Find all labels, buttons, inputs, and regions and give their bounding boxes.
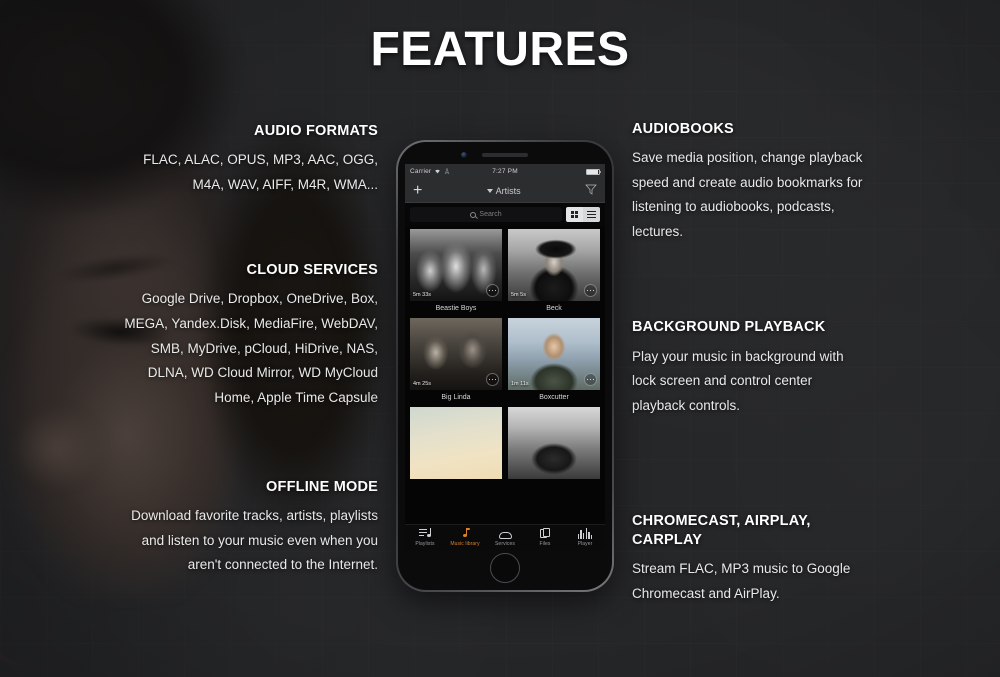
album-artwork[interactable]: 5m 5s xyxy=(508,229,600,301)
feature-body: Play your music in background with lock … xyxy=(632,348,844,413)
album-duration: 5m 33s xyxy=(413,292,432,298)
search-input[interactable]: Search xyxy=(410,207,562,222)
status-bar-right xyxy=(518,168,602,175)
more-options-icon[interactable] xyxy=(486,284,499,297)
feature-title: AUDIO FORMATS xyxy=(254,123,378,139)
more-options-icon[interactable] xyxy=(486,373,499,386)
more-options-icon[interactable] xyxy=(584,284,597,297)
feature-audiobooks: AUDIOBOOKS Save media position, change p… xyxy=(632,120,868,244)
location-arrow-icon xyxy=(444,166,450,176)
equalizer-icon xyxy=(577,528,593,539)
wifi-icon xyxy=(434,168,441,176)
feature-title: BACKGROUND PLAYBACK xyxy=(632,319,826,336)
tab-playlists[interactable]: Playlists xyxy=(405,528,445,547)
status-bar-time: 7:27 PM xyxy=(492,168,518,175)
playlist-icon xyxy=(419,528,431,539)
grid-view-icon[interactable] xyxy=(566,207,583,222)
feature-title: CHROMECAST, AIRPLAY, CARPLAY xyxy=(632,513,811,549)
battery-icon xyxy=(586,168,602,175)
phone-front-camera xyxy=(461,152,467,158)
tab-files[interactable]: Files xyxy=(525,528,565,547)
status-bar: Carrier 7:27 PM xyxy=(405,164,605,179)
feature-cloud-services: CLOUD SERVICES Google Drive, Dropbox, On… xyxy=(120,261,378,410)
tab-label: Files xyxy=(539,541,551,547)
phone-body: Carrier 7:27 PM + Artists Search 5m 33s … xyxy=(398,142,612,590)
features-column-left: AUDIO FORMATS FLAC, ALAC, OPUS, MP3, AAC… xyxy=(120,0,378,604)
phone-screen: Carrier 7:27 PM + Artists Search 5m 33s … xyxy=(405,164,605,550)
chevron-down-icon xyxy=(486,188,493,193)
navigation-bar: + Artists xyxy=(405,179,605,203)
album-duration: 4m 25s xyxy=(413,381,432,387)
home-button[interactable] xyxy=(490,553,520,583)
tab-services[interactable]: Services xyxy=(485,528,525,547)
feature-body: Save media position, change playback spe… xyxy=(632,150,863,239)
album-name: Big Linda xyxy=(441,394,471,401)
list-view-icon[interactable] xyxy=(583,207,600,222)
search-placeholder: Search xyxy=(479,211,502,218)
feature-body: Google Drive, Dropbox, OneDrive, Box, ME… xyxy=(124,291,378,405)
search-icon xyxy=(470,211,477,218)
album-cell[interactable] xyxy=(508,407,600,479)
album-name: Beastie Boys xyxy=(435,305,477,312)
artists-grid[interactable]: 5m 33s Beastie Boys 5m 5s Beck 4m 25s Bi… xyxy=(405,226,605,524)
feature-body: Stream FLAC, MP3 music to Google Chromec… xyxy=(632,561,851,601)
feature-body: FLAC, ALAC, OPUS, MP3, AAC, OGG, M4A, WA… xyxy=(143,152,378,192)
album-cell[interactable]: 1m 11s Boxcutter xyxy=(508,318,600,403)
feature-background-playback: BACKGROUND PLAYBACK Play your music in b… xyxy=(632,318,868,418)
album-name: Beck xyxy=(546,305,562,312)
plus-icon[interactable]: + xyxy=(413,182,422,199)
funnel-filter-icon[interactable] xyxy=(585,182,597,200)
feature-audio-formats: AUDIO FORMATS FLAC, ALAC, OPUS, MP3, AAC… xyxy=(120,122,378,197)
tab-label: Player xyxy=(577,541,593,547)
feature-title: CLOUD SERVICES xyxy=(246,262,378,279)
cloud-icon xyxy=(498,528,512,539)
album-duration: 5m 5s xyxy=(511,292,526,298)
tab-bar: Playlists Music library Services Files P… xyxy=(405,524,605,550)
carrier-label: Carrier xyxy=(410,168,432,175)
tab-label: Playlists xyxy=(415,541,435,547)
album-artwork[interactable] xyxy=(508,407,600,479)
album-row: 5m 33s Beastie Boys 5m 5s Beck xyxy=(410,229,600,314)
feature-title: OFFLINE MODE xyxy=(266,479,378,496)
album-name: Boxcutter xyxy=(539,394,569,401)
tab-music-library[interactable]: Music library xyxy=(445,528,485,547)
album-row-partial xyxy=(410,407,600,479)
status-bar-left: Carrier xyxy=(410,166,492,176)
nav-title-artists-dropdown[interactable]: Artists xyxy=(422,186,585,196)
album-artwork[interactable]: 5m 33s xyxy=(410,229,502,301)
album-artwork[interactable]: 1m 11s xyxy=(508,318,600,390)
album-artwork[interactable]: 4m 25s xyxy=(410,318,502,390)
album-cell[interactable]: 5m 33s Beastie Boys xyxy=(410,229,502,314)
feature-title: AUDIOBOOKS xyxy=(632,121,734,137)
phone-earpiece-speaker xyxy=(482,153,528,157)
search-row: Search xyxy=(405,203,605,226)
album-duration: 1m 11s xyxy=(511,381,529,387)
album-cell[interactable]: 4m 25s Big Linda xyxy=(410,318,502,403)
tab-label: Music library xyxy=(450,541,480,547)
files-icon xyxy=(539,528,551,539)
tab-player[interactable]: Player xyxy=(565,528,605,547)
features-column-right: AUDIOBOOKS Save media position, change p… xyxy=(632,0,868,633)
phone-mockup: Carrier 7:27 PM + Artists Search 5m 33s … xyxy=(396,140,614,592)
feature-chromecast-airplay-carplay: CHROMECAST, AIRPLAY, CARPLAY Stream FLAC… xyxy=(632,512,868,606)
feature-body: Download favorite tracks, artists, playl… xyxy=(131,508,378,573)
more-options-icon[interactable] xyxy=(584,373,597,386)
feature-offline-mode: OFFLINE MODE Download favorite tracks, a… xyxy=(120,478,378,578)
view-mode-toggle[interactable] xyxy=(566,207,600,222)
album-cell[interactable]: 5m 5s Beck xyxy=(508,229,600,314)
tab-label: Services xyxy=(495,541,515,547)
album-cell[interactable] xyxy=(410,407,502,479)
nav-title-label: Artists xyxy=(495,185,521,196)
album-row: 4m 25s Big Linda 1m 11s Boxcutter xyxy=(410,318,600,403)
album-artwork[interactable] xyxy=(410,407,502,479)
music-note-icon xyxy=(461,528,471,539)
